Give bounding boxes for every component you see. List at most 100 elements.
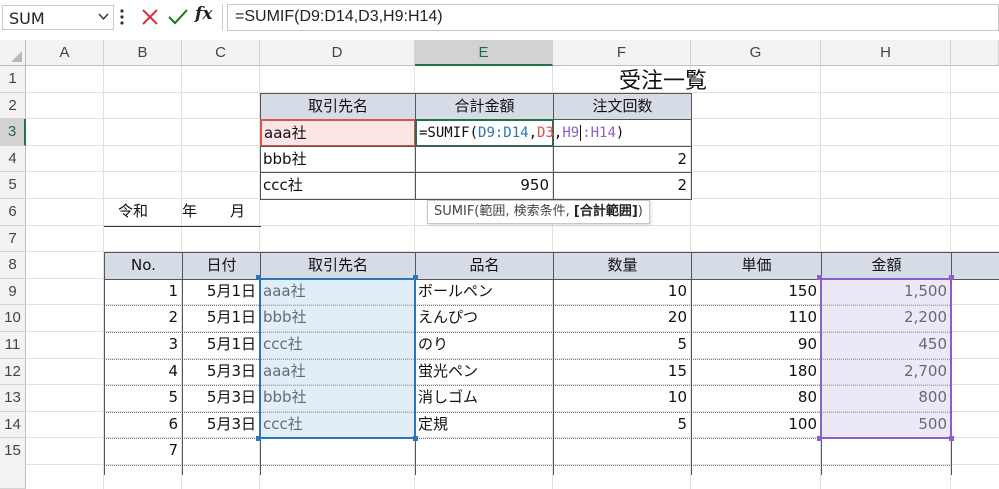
orders-price-cell[interactable]: 150	[691, 278, 822, 307]
orders-item-cell[interactable]: 蛍光ペン	[415, 358, 554, 387]
row-header-15[interactable]: 15	[0, 438, 26, 489]
range-resize-handle[interactable]	[413, 436, 418, 442]
check-icon[interactable]	[168, 8, 188, 26]
orders-price-cell[interactable]: 110	[691, 305, 822, 333]
name-box-value: SUM	[9, 9, 45, 28]
orders-price-cell[interactable]: 100	[691, 411, 822, 440]
orders-client-cell[interactable]	[260, 438, 416, 466]
orders-no-cell[interactable]: 2	[104, 305, 183, 333]
summary-client-cell[interactable]: ccc社	[260, 172, 416, 200]
column-header-c[interactable]: C	[182, 40, 260, 66]
orders-qty-cell[interactable]: 10	[553, 278, 692, 307]
row-header-12[interactable]: 12	[0, 358, 26, 386]
summary-total-cell[interactable]: 950	[415, 172, 554, 200]
row-header-9[interactable]: 9	[0, 278, 26, 306]
row-header-13[interactable]: 13	[0, 385, 26, 412]
orders-header-0: No.	[104, 252, 183, 280]
column-header-d[interactable]: D	[260, 40, 415, 66]
range-resize-handle[interactable]	[949, 436, 954, 442]
orders-price-cell[interactable]: 80	[691, 385, 822, 413]
row-header-4[interactable]: 4	[0, 145, 26, 173]
orders-overflow-cell	[182, 465, 261, 475]
orders-no-cell[interactable]: 4	[104, 358, 183, 387]
orders-price-cell[interactable]	[691, 438, 822, 466]
orders-date-cell[interactable]: 5月3日	[182, 358, 261, 387]
summary-count-cell[interactable]: 2	[553, 172, 692, 200]
function-argument-tooltip[interactable]: SUMIF(範囲, 検索条件, [合計範囲])	[427, 200, 650, 224]
row-header-6[interactable]: 6	[0, 199, 26, 226]
row-header-5[interactable]: 5	[0, 172, 26, 199]
range-resize-handle[interactable]	[256, 274, 261, 280]
row-header-11[interactable]: 11	[0, 332, 26, 359]
orders-item-cell[interactable]: えんぴつ	[415, 305, 554, 333]
orders-header-2: 取引先名	[260, 252, 416, 280]
orders-overflow-cell	[415, 465, 554, 475]
orders-no-cell[interactable]: 7	[104, 438, 183, 466]
insert-function-button[interactable]: fx	[195, 4, 217, 28]
orders-date-cell[interactable]: 5月3日	[182, 411, 261, 440]
summary-header-count: 注文回数	[553, 92, 692, 121]
orders-qty-cell[interactable]: 5	[553, 332, 692, 360]
cancel-icon[interactable]	[141, 8, 159, 26]
range-resize-handle[interactable]	[949, 274, 954, 280]
summary-client-cell[interactable]: bbb社	[260, 145, 416, 174]
row-header-7[interactable]: 7	[0, 225, 26, 253]
tooltip-func[interactable]: SUMIF(	[434, 204, 479, 219]
orders-date-cell[interactable]	[182, 438, 261, 466]
range-resize-handle[interactable]	[817, 274, 822, 280]
orders-item-cell[interactable]	[415, 438, 554, 466]
orders-date-cell[interactable]: 5月1日	[182, 305, 261, 333]
orders-price-cell[interactable]: 180	[691, 358, 822, 387]
name-box[interactable]: SUM	[2, 5, 114, 30]
orders-qty-cell[interactable]: 10	[553, 385, 692, 413]
orders-qty-cell[interactable]: 5	[553, 411, 692, 440]
orders-header-5: 単価	[691, 252, 822, 280]
orders-no-cell[interactable]: 5	[104, 385, 183, 413]
orders-qty-cell[interactable]: 15	[553, 358, 692, 387]
date-label-era: 令和	[118, 202, 149, 220]
orders-item-cell[interactable]: ボールペン	[415, 278, 554, 307]
orders-item-cell[interactable]: 消しゴム	[415, 385, 554, 413]
summary-client-cell[interactable]: aaa社	[260, 119, 416, 147]
summary-total-cell[interactable]	[415, 145, 554, 174]
orders-overflow-cell	[553, 465, 692, 475]
orders-date-cell[interactable]: 5月1日	[182, 332, 261, 360]
date-label-year: 年	[182, 202, 198, 220]
orders-header-6: 金額	[821, 252, 952, 280]
column-header-b[interactable]: B	[104, 40, 182, 66]
row-header-1[interactable]: 1	[0, 66, 26, 93]
orders-date-cell[interactable]: 5月1日	[182, 278, 261, 307]
summary-count-cell[interactable]: 2	[553, 145, 692, 174]
orders-no-cell[interactable]: 1	[104, 278, 183, 307]
orders-no-cell[interactable]: 6	[104, 411, 183, 440]
tooltip-args: 範囲, 検索条件,	[479, 204, 574, 219]
more-options-icon[interactable]	[119, 8, 125, 26]
column-header-a[interactable]: A	[26, 40, 104, 66]
orders-date-cell[interactable]: 5月3日	[182, 385, 261, 413]
chevron-down-icon[interactable]	[98, 13, 109, 21]
row-header-10[interactable]: 10	[0, 305, 26, 332]
formula-token: D9:D14	[478, 125, 529, 142]
range-resize-handle[interactable]	[817, 436, 822, 442]
row-header-2[interactable]: 2	[0, 92, 26, 120]
column-header-e[interactable]: E	[415, 40, 553, 66]
orders-qty-cell[interactable]	[553, 438, 692, 466]
column-header-extra[interactable]	[951, 40, 999, 66]
orders-amount-cell[interactable]	[821, 438, 952, 466]
orders-item-cell[interactable]: 定規	[415, 411, 554, 440]
summary-count-cell[interactable]	[553, 119, 692, 147]
range-resize-handle[interactable]	[256, 436, 261, 442]
orders-item-cell[interactable]: のり	[415, 332, 554, 360]
row-header-8[interactable]: 8	[0, 252, 26, 279]
active-edit-cell[interactable]: =SUMIF(D9:D14,D3,H9:H14)	[415, 119, 624, 147]
orders-no-cell[interactable]: 3	[104, 332, 183, 360]
range-resize-handle[interactable]	[413, 274, 418, 280]
column-header-h[interactable]: H	[821, 40, 951, 66]
select-all-corner[interactable]	[0, 40, 26, 66]
formula-bar-row: SUM fx =SUMIF(D9:D14,D3,H9:H14)	[0, 0, 999, 36]
orders-price-cell[interactable]: 90	[691, 332, 822, 360]
row-header-14[interactable]: 14	[0, 411, 26, 439]
formula-input[interactable]: =SUMIF(D9:D14,D3,H9:H14)	[227, 4, 999, 31]
orders-qty-cell[interactable]: 20	[553, 305, 692, 333]
row-header-3[interactable]: 3	[0, 119, 26, 146]
